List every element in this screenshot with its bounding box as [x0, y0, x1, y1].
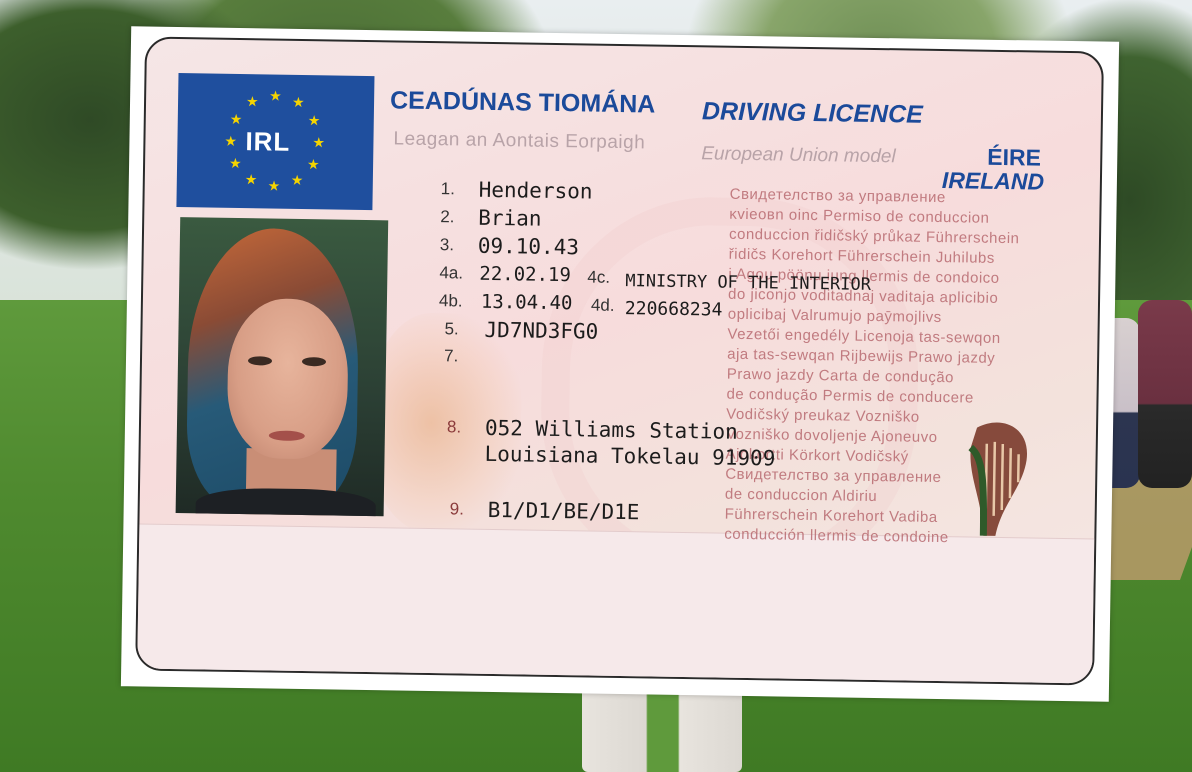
microprint-line: Führerschein Korehort Vadiba: [724, 505, 938, 527]
licence-number: JD7ND3FG0: [484, 317, 599, 344]
date-of-birth: 09.10.43: [477, 233, 580, 260]
microprint-line: řidičs Korehort Führerschein Juhilubs: [728, 245, 995, 267]
microprint-line: Vozniško dovoljenje Ajoneuvo: [725, 425, 938, 446]
eu-star-icon: ★: [290, 171, 304, 189]
driving-licence-card: ★ ★ ★ ★ ★ ★ ★ ★ ★ ★ ★ ★ IRL CEADÚNAS TIO…: [135, 36, 1104, 686]
microprint-line: Vodičský preukaz Vozniško: [726, 405, 920, 426]
address-line-2: Louisiana Tokelau 91909: [484, 441, 776, 471]
issuing-authority: MINISTRY OF THE INTERIOR: [625, 271, 872, 295]
field-4d-number: 4d.: [590, 295, 615, 315]
eu-star-icon: ★: [224, 132, 238, 149]
field-5-number: 5.: [444, 319, 459, 339]
eu-star-icon: ★: [229, 110, 243, 128]
microprint-line: aja tas-sewqan Rijbewijs Prawo jazdy: [727, 345, 996, 367]
card-title-irish: CEADÚNAS TIOMÁNA: [389, 86, 656, 119]
eu-star-icon: ★: [267, 177, 281, 194]
microprint-line: de condução Permis de conducere: [726, 385, 974, 407]
eu-star-icon: ★: [306, 156, 320, 173]
eu-star-icon: ★: [244, 171, 258, 188]
field-7-number: 7.: [443, 346, 459, 366]
harp-icon: [968, 422, 1027, 536]
microprint-line: oplicibaj Valrumujo paȳmojlivs: [727, 305, 942, 327]
photo-eye: [247, 356, 273, 366]
eu-star-icon: ★: [269, 87, 282, 104]
photo-shirt: [195, 487, 376, 517]
field-4b-number: 4b.: [438, 291, 463, 311]
eu-flag: ★ ★ ★ ★ ★ ★ ★ ★ ★ ★ ★ ★ IRL: [176, 73, 375, 211]
background-person-2: [1138, 300, 1192, 488]
personal-number: 220668234: [624, 298, 723, 321]
licence-scan-frame: ★ ★ ★ ★ ★ ★ ★ ★ ★ ★ ★ ★ IRL CEADÚNAS TIO…: [120, 26, 1120, 702]
photo-eye: [301, 357, 327, 367]
eu-model-irish: Leagan an Aontais Eorpaigh: [393, 128, 646, 154]
field-4c-number: 4c.: [587, 267, 611, 287]
address-line-1: 052 Williams Station: [484, 415, 739, 444]
field-9-number: 9.: [449, 499, 465, 519]
eu-star-icon: ★: [245, 93, 259, 110]
card-title-english: DRIVING LICENCE: [701, 97, 924, 129]
expiry-date: 13.04.40: [480, 290, 573, 315]
field-4a-number: 4a.: [439, 263, 464, 283]
issue-date: 22.02.19: [479, 262, 572, 287]
surname: Henderson: [478, 177, 593, 204]
microprint-line: ĸvieoвn oinc Permiso de conduccion: [729, 205, 990, 227]
field-1-number: 1.: [440, 179, 456, 199]
microprint-line: conducción llermis de condoine: [724, 525, 949, 547]
licence-categories: B1/D1/BE/D1E: [487, 497, 640, 525]
eu-model-english: European Union model: [701, 143, 896, 168]
microprint-line: de conduccion Aldiriu: [724, 485, 878, 506]
microprint-line: Prawo jazdy Carta de condução: [726, 365, 955, 387]
field-8-number: 8.: [446, 417, 462, 437]
holder-photo: [175, 217, 389, 517]
given-name: Brian: [478, 205, 542, 231]
field-3-number: 3.: [439, 235, 455, 255]
field-2-number: 2.: [440, 207, 455, 227]
eu-star-icon: ★: [307, 112, 321, 129]
country-code: IRL: [245, 126, 291, 157]
eu-star-icon: ★: [228, 154, 242, 172]
microprint-line: conduccion řidičský průkaz Führerschein: [728, 225, 1020, 248]
microprint-line: Vezetői engedély Licenoja tas-sewqon: [727, 325, 1001, 347]
eu-star-icon: ★: [312, 134, 326, 151]
eu-star-icon: ★: [291, 93, 305, 111]
microprint-line: Свидетелство за управление: [729, 185, 946, 207]
